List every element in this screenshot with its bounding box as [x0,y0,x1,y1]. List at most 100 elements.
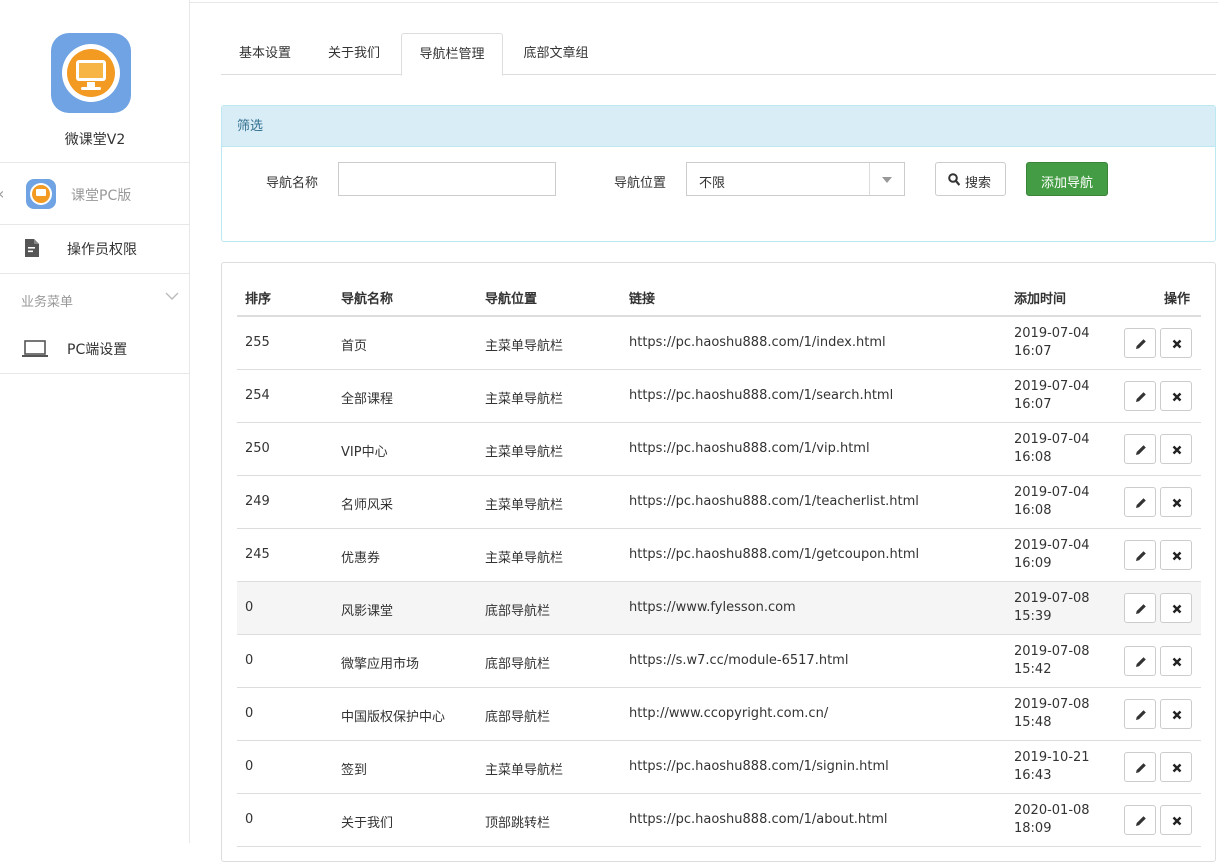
cell-position: 主菜单导航栏 [485,445,564,460]
cell-name: 优惠券 [341,551,381,566]
close-icon [1172,816,1182,826]
close-icon [1172,339,1182,349]
app-header: 微课堂V2 [0,0,189,163]
edit-button[interactable] [1124,381,1156,411]
cell-clock: 16:09 [1014,556,1052,571]
delete-button[interactable] [1160,328,1192,358]
edit-button[interactable] [1124,805,1156,835]
cell-date: 2019-07-04 [1014,538,1090,553]
delete-button[interactable] [1160,487,1192,517]
cell-name: 全部课程 [341,392,394,407]
edit-button[interactable] [1124,434,1156,464]
filter-panel: 筛选 导航名称 导航位置 不限 搜索 添加导航 [221,105,1216,242]
cell-sort: 250 [245,441,270,456]
cell-time: 2019-07-08 15:39 [1014,590,1090,626]
cell-name: 首页 [341,339,368,354]
cell-sort: 0 [245,759,254,774]
col-position: 导航位置 [485,292,538,307]
tab-footer-articles[interactable]: 底部文章组 [505,33,607,75]
delete-button[interactable] [1160,381,1192,411]
sidebar-item-operator[interactable]: 操作员权限 [0,225,190,274]
cell-sort: 249 [245,494,270,509]
add-nav-button[interactable]: 添加导航 [1026,162,1108,196]
pencil-icon [1136,445,1146,455]
delete-button[interactable] [1160,434,1192,464]
edit-button[interactable] [1124,752,1156,782]
edit-button[interactable] [1124,328,1156,358]
sidebar-group-header[interactable]: 业务菜单 [0,274,190,324]
cell-position: 底部导航栏 [485,604,551,619]
laptop-icon [22,340,48,357]
delete-button[interactable] [1160,646,1192,676]
sidebar-group-label: 业务菜单 [21,295,74,310]
cell-date: 2019-07-08 [1014,697,1090,712]
cell-sort: 0 [245,706,254,721]
app-name: 微课堂V2 [64,132,126,148]
nav-name-label: 导航名称 [266,176,319,191]
delete-button[interactable] [1160,752,1192,782]
cell-clock: 16:08 [1014,503,1052,518]
cell-link: http://www.ccopyright.com.cn/ [629,706,829,721]
close-icon [1172,657,1182,667]
pencil-icon [1136,392,1146,402]
cell-clock: 16:08 [1014,450,1052,465]
cell-time: 2019-07-04 16:07 [1014,325,1090,361]
pencil-icon [1136,816,1146,826]
table-row: 250 VIP中心 主菜单导航栏 https://pc.haoshu888.com/1… [237,423,1201,476]
module-logo-icon [26,179,56,209]
tab-basic-settings[interactable]: 基本设置 [221,33,309,75]
cell-clock: 15:48 [1014,715,1052,730]
delete-button[interactable] [1160,699,1192,729]
table-row: 245 优惠券 主菜单导航栏 https://pc.haoshu888.com/1/g… [237,529,1201,582]
cell-sort: 245 [245,547,270,562]
cell-name: 中国版权保护中心 [341,710,446,725]
cell-clock: 16:43 [1014,768,1052,783]
cell-position: 顶部跳转栏 [485,816,551,831]
edit-button[interactable] [1124,593,1156,623]
cell-date: 2020-01-08 [1014,803,1090,818]
tab-nav-management[interactable]: 导航栏管理 [401,33,503,76]
cell-time: 2019-07-08 15:42 [1014,643,1090,679]
sidebar-item-label: 操作员权限 [67,242,137,258]
delete-button[interactable] [1160,805,1192,835]
search-button-label: 搜索 [965,176,992,191]
sidebar-back-item[interactable]: ‹ 课堂PC版 [0,164,190,225]
search-button[interactable]: 搜索 [935,162,1006,196]
cell-time: 2019-07-08 15:48 [1014,696,1090,732]
select-value: 不限 [699,176,726,191]
nav-position-label: 导航位置 [614,176,667,191]
cell-position: 底部导航栏 [485,657,551,672]
table-row: 254 全部课程 主菜单导航栏 https://pc.haoshu888.com/1/… [237,370,1201,423]
table-row: 0 微擎应用市场 底部导航栏 https://s.w7.cc/module-6517.… [237,635,1201,688]
table-row: 0 签到 主菜单导航栏 https://pc.haoshu888.com/1/sign… [237,741,1201,794]
document-edit-icon [25,239,39,257]
cell-position: 主菜单导航栏 [485,551,564,566]
delete-button[interactable] [1160,540,1192,570]
edit-button[interactable] [1124,646,1156,676]
pencil-icon [1136,710,1146,720]
col-actions: 操作 [1164,292,1191,307]
sidebar-item-pc-settings[interactable]: PC端设置 [0,324,190,374]
edit-button[interactable] [1124,540,1156,570]
edit-button[interactable] [1124,699,1156,729]
table-row: 0 关于我们 顶部跳转栏 https://pc.haoshu888.com/1/abo… [237,794,1201,847]
cell-sort: 254 [245,388,270,403]
cell-clock: 16:07 [1014,344,1052,359]
delete-button[interactable] [1160,593,1192,623]
edit-button[interactable] [1124,487,1156,517]
cell-date: 2019-07-04 [1014,326,1090,341]
tab-about-us[interactable]: 关于我们 [309,33,399,75]
cell-name: 名师风采 [341,498,394,513]
cell-time: 2019-10-21 16:43 [1014,749,1090,785]
cell-sort: 255 [245,335,270,350]
cell-time: 2019-07-04 16:08 [1014,484,1090,520]
cell-date: 2019-10-21 [1014,750,1090,765]
search-icon [948,173,960,186]
nav-name-input[interactable] [338,162,556,196]
cell-link: https://pc.haoshu888.com/1/index.html [629,335,886,350]
close-icon [1172,604,1182,614]
pencil-icon [1136,551,1146,561]
tab-bar: 基本设置 关于我们 导航栏管理 底部文章组 [221,33,1216,76]
nav-position-select[interactable]: 不限 [686,162,905,196]
sidebar-item-label: PC端设置 [67,342,128,358]
